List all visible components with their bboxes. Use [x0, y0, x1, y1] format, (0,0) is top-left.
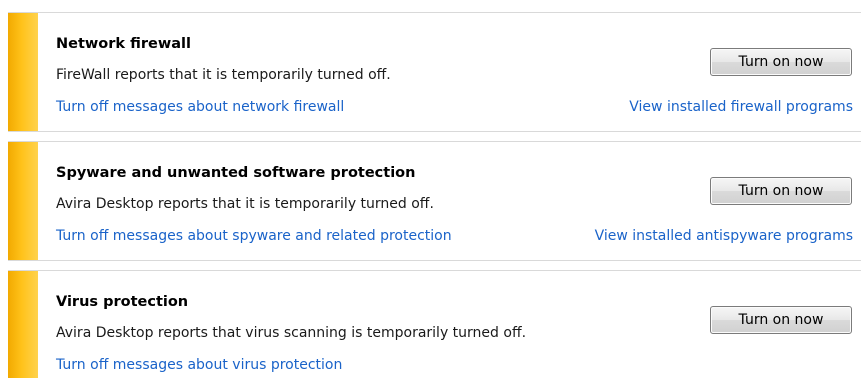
turn-on-now-button[interactable]: Turn on now	[710, 177, 852, 205]
status-stripe	[8, 271, 38, 378]
status-stripe	[8, 13, 38, 131]
network-firewall-panel: Network firewall FireWall reports that i…	[8, 12, 861, 132]
spyware-protection-panel: Spyware and unwanted software protection…	[8, 141, 861, 261]
turn-off-messages-link[interactable]: Turn off messages about network firewall	[56, 99, 344, 115]
virus-protection-panel: Virus protection Avira Desktop reports t…	[8, 270, 861, 378]
turn-on-now-button[interactable]: Turn on now	[710, 306, 852, 334]
section-title: Network firewall	[56, 36, 191, 52]
turn-off-messages-link[interactable]: Turn off messages about spyware and rela…	[56, 228, 452, 244]
section-description: Avira Desktop reports that it is tempora…	[56, 196, 434, 212]
view-installed-programs-link[interactable]: View installed firewall programs	[629, 99, 853, 115]
section-title: Virus protection	[56, 294, 189, 310]
view-installed-programs-link[interactable]: View installed antispyware programs	[595, 228, 853, 244]
section-description: FireWall reports that it is temporarily …	[56, 67, 391, 83]
turn-off-messages-link[interactable]: Turn off messages about virus protection	[56, 357, 342, 373]
section-title: Spyware and unwanted software protection	[56, 165, 416, 181]
status-stripe	[8, 142, 38, 260]
section-description: Avira Desktop reports that virus scannin…	[56, 325, 527, 341]
turn-on-now-button[interactable]: Turn on now	[710, 48, 852, 76]
